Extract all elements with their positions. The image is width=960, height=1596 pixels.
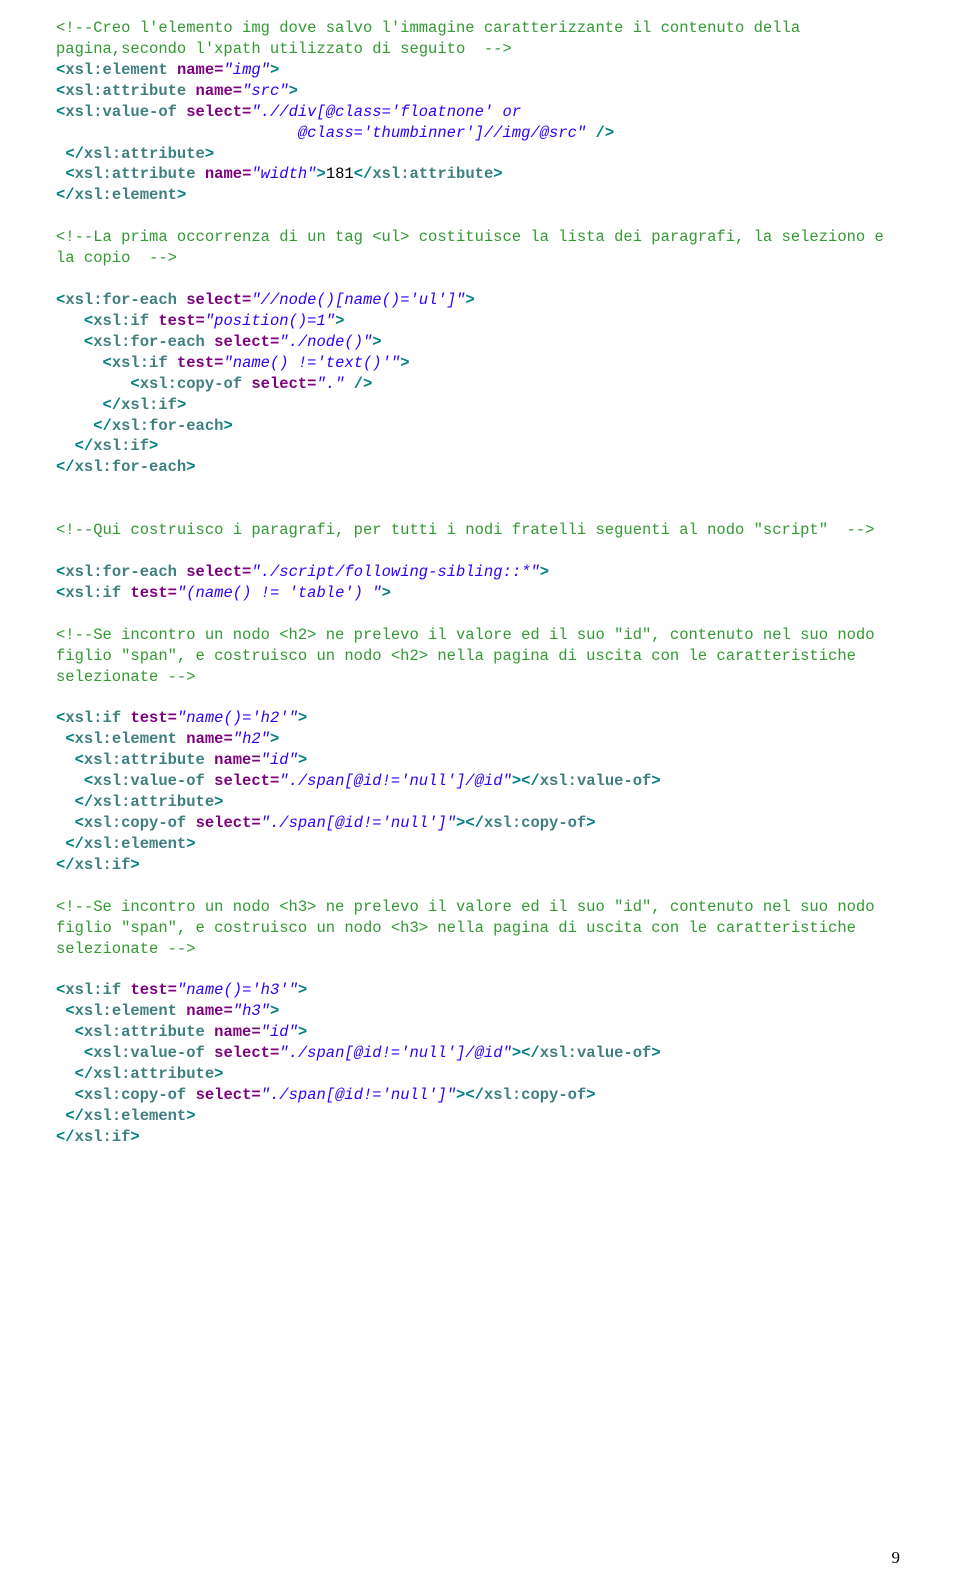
comment: <!--Creo l'elemento img dove salvo l'imm… bbox=[56, 19, 809, 58]
comment: <!--La prima occorrenza di un tag <ul> c… bbox=[56, 228, 893, 267]
comment: <!--Se incontro un nodo <h3> ne prelevo … bbox=[56, 898, 884, 958]
code-document-page: <!--Creo l'elemento img dove salvo l'imm… bbox=[0, 0, 960, 1596]
comment: <!--Qui costruisco i paragrafi, per tutt… bbox=[56, 521, 875, 539]
page-number: 9 bbox=[892, 1547, 901, 1570]
comment: <!--Se incontro un nodo <h2> ne prelevo … bbox=[56, 626, 884, 686]
code-block: <!--Creo l'elemento img dove salvo l'imm… bbox=[56, 18, 904, 1148]
